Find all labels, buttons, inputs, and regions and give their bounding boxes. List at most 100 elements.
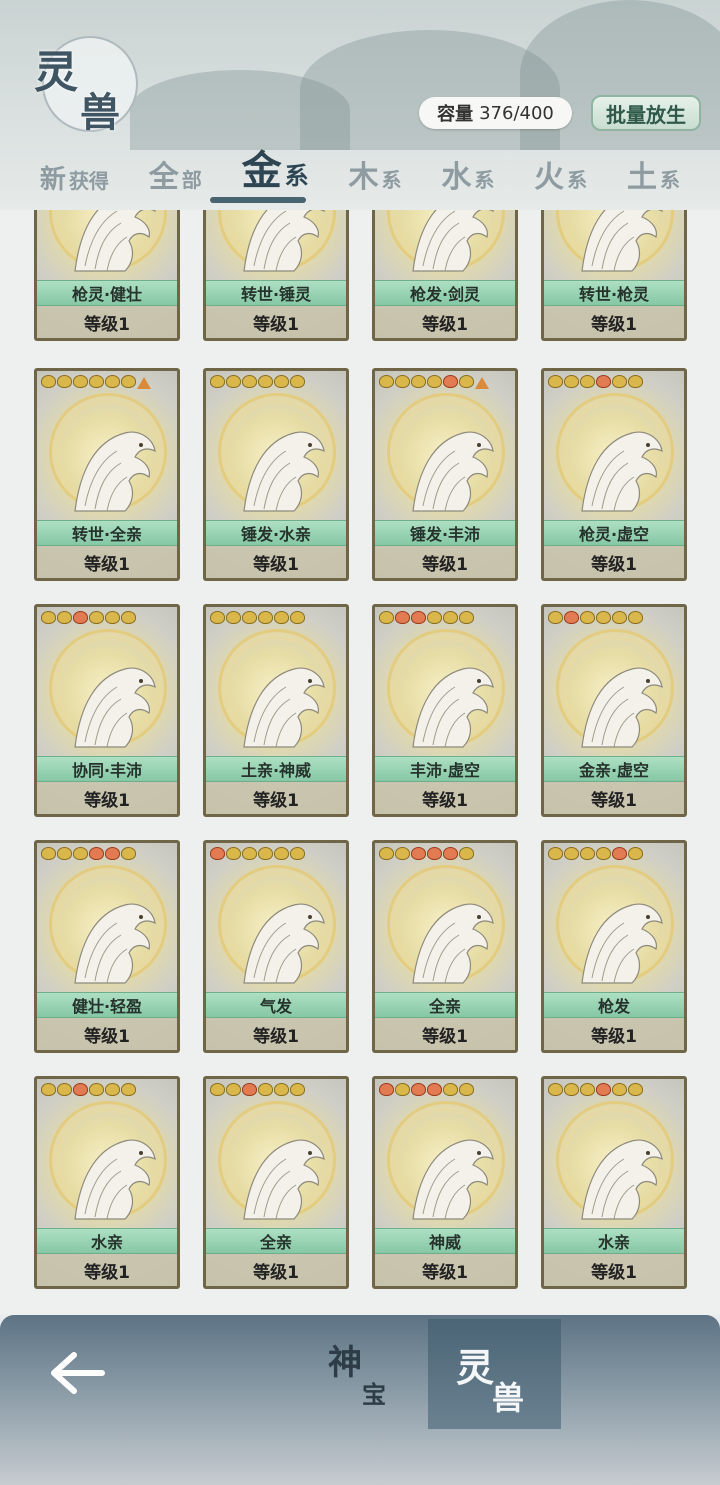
gold-paw-icon [459, 847, 474, 860]
beast-card-art: 全亲 等级1 [206, 1079, 346, 1286]
tab-3[interactable]: 木系 [348, 152, 401, 196]
nav-tab-lingshou[interactable]: 灵 兽 [428, 1319, 561, 1429]
gold-paw-icon [628, 847, 643, 860]
beast-card[interactable]: 全亲 等级1 [203, 1076, 349, 1289]
beast-card[interactable]: 土亲·神威 等级1 [203, 604, 349, 817]
beast-level: 等级1 [206, 782, 346, 814]
beast-card[interactable]: 健壮·轻盈 等级1 [34, 840, 180, 1053]
gold-paw-icon [258, 847, 273, 860]
gold-paw-icon [73, 375, 88, 388]
beast-level: 等级1 [375, 1018, 515, 1050]
beast-name: 转世·全亲 [37, 520, 177, 546]
beast-card[interactable]: 水亲 等级1 [34, 1076, 180, 1289]
beast-card[interactable]: 水亲 等级1 [541, 1076, 687, 1289]
beast-card-art: 气发 等级1 [206, 843, 346, 1050]
red-paw-icon [427, 847, 442, 860]
beast-card-art: 全亲 等级1 [375, 843, 515, 1050]
beast-card[interactable]: 转世·全亲 等级1 [34, 368, 180, 581]
gold-paw-icon [580, 847, 595, 860]
beast-name: 水亲 [37, 1228, 177, 1254]
beast-name: 健壮·轻盈 [37, 992, 177, 1018]
beast-card[interactable]: 锤发·水亲 等级1 [203, 368, 349, 581]
page-title-char1: 灵 [34, 47, 78, 98]
beast-card[interactable]: 枪灵·健壮 等级1 [34, 210, 180, 341]
gold-paw-icon [73, 847, 88, 860]
gold-paw-icon [242, 375, 257, 388]
beast-card[interactable]: 转世·枪灵 等级1 [541, 210, 687, 341]
beast-level: 等级1 [37, 1018, 177, 1050]
red-paw-icon [596, 1083, 611, 1096]
tab-label-main: 金 [241, 147, 282, 194]
tab-1[interactable]: 全部 [149, 152, 202, 196]
tab-5[interactable]: 火系 [534, 152, 587, 196]
tab-6[interactable]: 土系 [627, 152, 680, 196]
quality-paws [379, 1083, 474, 1096]
tab-4[interactable]: 水系 [441, 152, 494, 196]
beast-card[interactable]: 气发 等级1 [203, 840, 349, 1053]
tab-label-main: 火 [534, 160, 565, 195]
beast-card[interactable]: 枪发·剑灵 等级1 [372, 210, 518, 341]
gold-paw-icon [596, 611, 611, 624]
beast-level: 等级1 [544, 546, 684, 578]
quality-paws [548, 847, 643, 860]
beast-card[interactable]: 全亲 等级1 [372, 840, 518, 1053]
back-arrow-icon [51, 1352, 105, 1394]
beast-illustration-icon [581, 903, 663, 984]
tab-0[interactable]: 新获得 [40, 159, 109, 196]
tab-label-main: 新 [39, 165, 66, 195]
gold-paw-icon [258, 1083, 273, 1096]
beast-card-art: 水亲 等级1 [544, 1079, 684, 1286]
beast-card[interactable]: 金亲·虚空 等级1 [541, 604, 687, 817]
gold-paw-icon [459, 1083, 474, 1096]
beast-grid[interactable]: 枪灵·健壮 等级1 转世·锤灵 等级1 枪发·剑灵 等级1 转世·枪灵 等级1 转世·全亲 等级1… [0, 210, 720, 1315]
beast-illustration-icon [412, 210, 494, 272]
mountain-decoration [130, 70, 350, 150]
gold-paw-icon [57, 847, 72, 860]
beast-illustration-icon [581, 1139, 663, 1220]
batch-release-button[interactable]: 批量放生 [591, 95, 701, 131]
back-button[interactable] [40, 1345, 116, 1401]
page-title-logo: 灵 兽 [14, 30, 149, 136]
beast-card[interactable]: 转世·锤灵 等级1 [203, 210, 349, 341]
gold-paw-icon [379, 375, 394, 388]
beast-level: 等级1 [37, 546, 177, 578]
beast-card[interactable]: 协同·丰沛 等级1 [34, 604, 180, 817]
beast-level: 等级1 [375, 306, 515, 338]
beast-illustration-icon [243, 210, 325, 272]
gold-paw-icon [274, 1083, 289, 1096]
tab-2[interactable]: 金系 [242, 138, 309, 196]
gold-paw-icon [548, 1083, 563, 1096]
gold-paw-icon [89, 375, 104, 388]
beast-card[interactable]: 锤发·丰沛 等级1 [372, 368, 518, 581]
tab-label-suffix: 系 [284, 161, 309, 190]
beast-card[interactable]: 神威 等级1 [372, 1076, 518, 1289]
beast-illustration-icon [412, 431, 494, 512]
nav-tab-shenbao-char1: 神 [328, 1343, 362, 1383]
red-paw-icon [443, 375, 458, 388]
beast-card[interactable]: 枪发 等级1 [541, 840, 687, 1053]
gold-paw-icon [41, 847, 56, 860]
tab-label-suffix: 部 [181, 168, 202, 192]
gold-paw-icon [628, 375, 643, 388]
nav-tab-shenbao[interactable]: 神 宝 [320, 1335, 410, 1425]
gold-paw-icon [226, 611, 241, 624]
beast-card[interactable]: 丰沛·虚空 等级1 [372, 604, 518, 817]
gold-paw-icon [242, 847, 257, 860]
beast-card-art: 金亲·虚空 等级1 [544, 607, 684, 814]
gold-paw-icon [57, 611, 72, 624]
quality-paws [41, 847, 136, 860]
beast-name: 土亲·神威 [206, 756, 346, 782]
gold-paw-icon [226, 847, 241, 860]
gold-paw-icon [580, 1083, 595, 1096]
beast-card-art: 丰沛·虚空 等级1 [375, 607, 515, 814]
tab-label-suffix: 获得 [68, 169, 109, 193]
gold-paw-icon [41, 1083, 56, 1096]
gold-paw-icon [274, 847, 289, 860]
beast-name: 神威 [375, 1228, 515, 1254]
gold-paw-icon [548, 375, 563, 388]
beast-card-art: 转世·枪灵 等级1 [544, 210, 684, 338]
beast-card[interactable]: 枪灵·虚空 等级1 [541, 368, 687, 581]
beast-card-art: 水亲 等级1 [37, 1079, 177, 1286]
tab-label-main: 水 [441, 160, 472, 195]
beast-level: 等级1 [544, 782, 684, 814]
